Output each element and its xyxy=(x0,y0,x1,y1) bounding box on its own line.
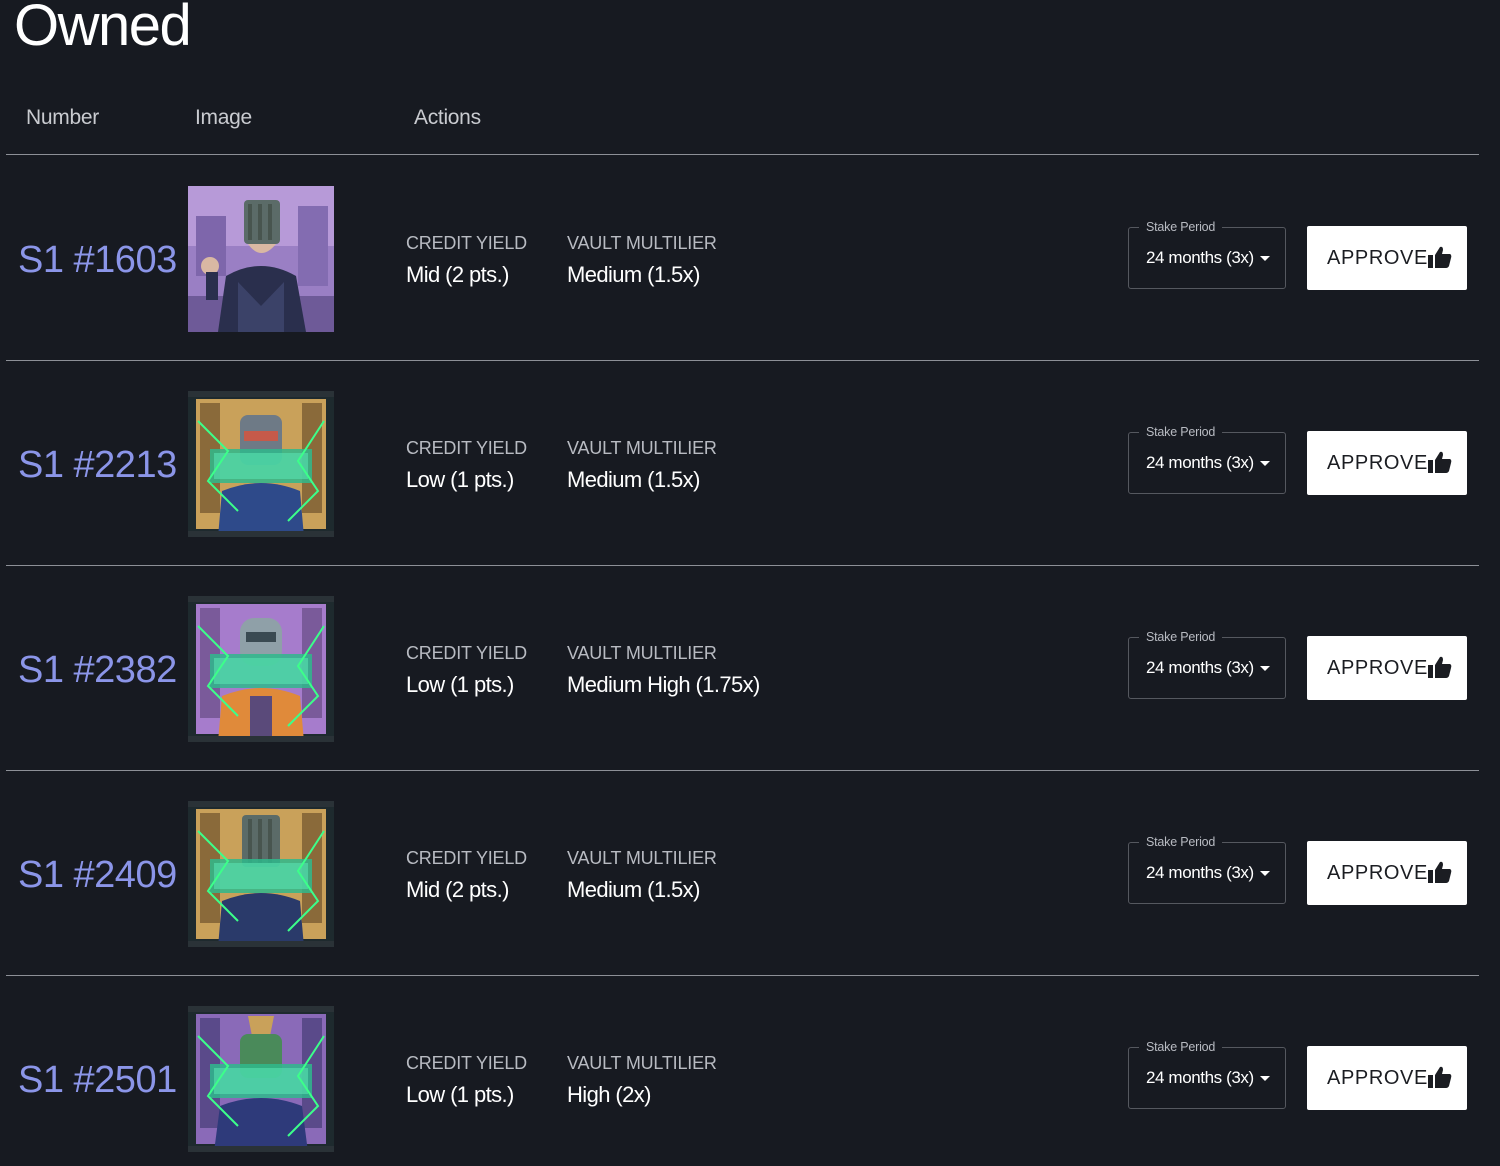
credit-yield: CREDIT YIELD Low (1 pts.) xyxy=(406,642,527,698)
table-row: S1 #2382 CREDIT YIELD Low (1 pts.) VAULT… xyxy=(6,566,1479,771)
vault-multiplier-value: High (2x) xyxy=(567,1082,651,1107)
token-number: S1 #1603 xyxy=(18,239,177,281)
vault-multiplier-label: VAULT MULTILIER xyxy=(567,643,717,663)
approve-label: APPROVE xyxy=(1327,1067,1428,1089)
stake-period-label: Stake Period xyxy=(1139,219,1223,235)
approve-label: APPROVE xyxy=(1327,452,1428,474)
table-row: S1 #2409 CREDIT YIELD Mid (2 pts.) VAULT… xyxy=(6,771,1479,976)
credit-yield-value: Low (1 pts.) xyxy=(406,1082,514,1107)
credit-yield-label: CREDIT YIELD xyxy=(406,848,527,868)
vault-multiplier-label: VAULT MULTILIER xyxy=(567,233,717,253)
stake-period-select[interactable]: Stake Period 24 months (3x) xyxy=(1128,1039,1286,1109)
table-row: S1 #1603 CREDIT YIELD Mid (2 pts.) VAULT… xyxy=(6,156,1479,361)
owned-page: Owned Number Image Actions S1 #1603 CRED… xyxy=(0,0,1500,1166)
stake-period-select[interactable]: Stake Period 24 months (3x) xyxy=(1128,219,1286,289)
column-header-number: Number xyxy=(26,106,99,129)
vault-multiplier-label: VAULT MULTILIER xyxy=(567,438,717,458)
credit-yield: CREDIT YIELD Low (1 pts.) xyxy=(406,437,527,493)
stake-period-select[interactable]: Stake Period 24 months (3x) xyxy=(1128,424,1286,494)
approve-button[interactable]: APPROVE xyxy=(1307,431,1467,495)
token-number: S1 #2501 xyxy=(18,1059,177,1101)
vault-multiplier: VAULT MULTILIER Medium (1.5x) xyxy=(567,437,717,493)
caret-down-icon xyxy=(1260,256,1270,261)
thumbs-up-icon xyxy=(1428,656,1452,678)
vault-multiplier: VAULT MULTILIER High (2x) xyxy=(567,1052,717,1108)
credit-yield-value: Low (1 pts.) xyxy=(406,467,514,492)
stake-period-label: Stake Period xyxy=(1139,629,1223,645)
stake-period-value: 24 months (3x) xyxy=(1146,658,1254,677)
table-header: Number Image Actions xyxy=(6,96,1479,155)
approve-label: APPROVE xyxy=(1327,247,1428,269)
vault-multiplier: VAULT MULTILIER Medium (1.5x) xyxy=(567,847,717,903)
caret-down-icon xyxy=(1260,461,1270,466)
stake-period-label: Stake Period xyxy=(1139,834,1223,850)
credit-yield-label: CREDIT YIELD xyxy=(406,1053,527,1073)
vault-multiplier-value: Medium (1.5x) xyxy=(567,467,700,492)
credit-yield-value: Mid (2 pts.) xyxy=(406,877,509,902)
nft-character-image xyxy=(188,801,334,947)
credit-yield-label: CREDIT YIELD xyxy=(406,233,527,253)
credit-yield-value: Mid (2 pts.) xyxy=(406,262,509,287)
nft-character-image xyxy=(188,1006,334,1152)
nft-character-image xyxy=(188,391,334,537)
approve-button[interactable]: APPROVE xyxy=(1307,226,1467,290)
nft-character-image xyxy=(188,596,334,742)
nft-character-image xyxy=(188,186,334,332)
page-title: Owned xyxy=(14,0,192,58)
thumbs-up-icon xyxy=(1428,1066,1452,1088)
vault-multiplier: VAULT MULTILIER Medium (1.5x) xyxy=(567,232,717,288)
token-number: S1 #2382 xyxy=(18,649,177,691)
credit-yield-label: CREDIT YIELD xyxy=(406,643,527,663)
credit-yield: CREDIT YIELD Mid (2 pts.) xyxy=(406,847,527,903)
vault-multiplier-label: VAULT MULTILIER xyxy=(567,848,717,868)
vault-multiplier-value: Medium High (1.75x) xyxy=(567,672,760,697)
approve-button[interactable]: APPROVE xyxy=(1307,636,1467,700)
stake-period-select[interactable]: Stake Period 24 months (3x) xyxy=(1128,629,1286,699)
column-header-image: Image xyxy=(195,106,252,129)
stake-period-value: 24 months (3x) xyxy=(1146,863,1254,882)
thumbs-up-icon xyxy=(1428,246,1452,268)
credit-yield-value: Low (1 pts.) xyxy=(406,672,514,697)
column-header-actions: Actions xyxy=(414,106,481,129)
caret-down-icon xyxy=(1260,1076,1270,1081)
thumbs-up-icon xyxy=(1428,451,1452,473)
token-number: S1 #2409 xyxy=(18,854,177,896)
table-row: S1 #2501 CREDIT YIELD Low (1 pts.) VAULT… xyxy=(6,976,1479,1166)
stake-period-label: Stake Period xyxy=(1139,1039,1223,1055)
credit-yield-label: CREDIT YIELD xyxy=(406,438,527,458)
stake-period-value: 24 months (3x) xyxy=(1146,453,1254,472)
approve-button[interactable]: APPROVE xyxy=(1307,1046,1467,1110)
thumbs-up-icon xyxy=(1428,861,1452,883)
vault-multiplier-label: VAULT MULTILIER xyxy=(567,1053,717,1073)
stake-period-select[interactable]: Stake Period 24 months (3x) xyxy=(1128,834,1286,904)
vault-multiplier-value: Medium (1.5x) xyxy=(567,877,700,902)
vault-multiplier-value: Medium (1.5x) xyxy=(567,262,700,287)
caret-down-icon xyxy=(1260,666,1270,671)
approve-label: APPROVE xyxy=(1327,862,1428,884)
approve-label: APPROVE xyxy=(1327,657,1428,679)
credit-yield: CREDIT YIELD Low (1 pts.) xyxy=(406,1052,527,1108)
stake-period-label: Stake Period xyxy=(1139,424,1223,440)
credit-yield: CREDIT YIELD Mid (2 pts.) xyxy=(406,232,527,288)
table-row: S1 #2213 CREDIT YIELD Low (1 pts.) VAULT… xyxy=(6,361,1479,566)
approve-button[interactable]: APPROVE xyxy=(1307,841,1467,905)
stake-period-value: 24 months (3x) xyxy=(1146,248,1254,267)
stake-period-value: 24 months (3x) xyxy=(1146,1068,1254,1087)
token-number: S1 #2213 xyxy=(18,444,177,486)
vault-multiplier: VAULT MULTILIER Medium High (1.75x) xyxy=(567,642,760,698)
caret-down-icon xyxy=(1260,871,1270,876)
